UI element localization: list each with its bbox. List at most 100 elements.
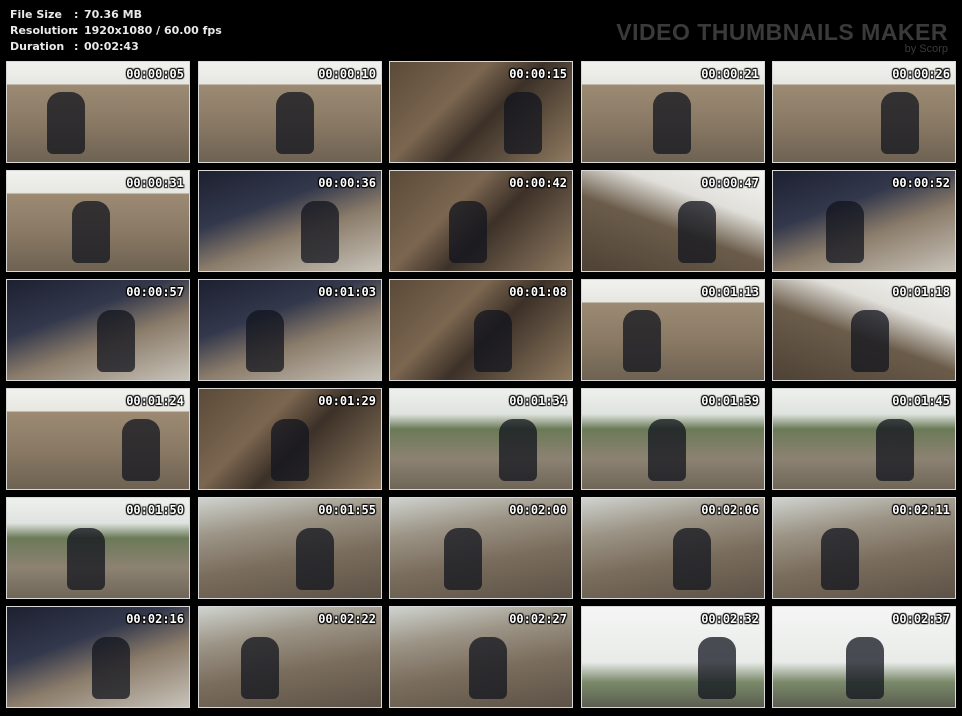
thumbnail-timestamp: 00:01:03 (318, 285, 376, 299)
figure-silhouette (444, 528, 482, 590)
video-thumbnail[interactable]: 00:01:24 (6, 388, 190, 490)
figure-silhouette (122, 419, 160, 481)
figure-silhouette (673, 528, 711, 590)
thumbnail-timestamp: 00:01:50 (126, 503, 184, 517)
file-size-value: 70.36 MB (84, 8, 142, 21)
thumbnail-timestamp: 00:02:11 (892, 503, 950, 517)
figure-silhouette (474, 310, 512, 372)
thumbnail-timestamp: 00:02:27 (509, 612, 567, 626)
thumbnail-timestamp: 00:02:32 (701, 612, 759, 626)
thumbnail-timestamp: 00:00:21 (701, 67, 759, 81)
figure-silhouette (276, 92, 314, 154)
video-thumbnail[interactable]: 00:00:36 (198, 170, 382, 272)
thumbnail-timestamp: 00:01:55 (318, 503, 376, 517)
figure-silhouette (246, 310, 284, 372)
video-thumbnail[interactable]: 00:01:55 (198, 497, 382, 599)
figure-silhouette (92, 637, 130, 699)
figure-silhouette (846, 637, 884, 699)
video-thumbnail[interactable]: 00:00:15 (389, 61, 573, 163)
video-thumbnail[interactable]: 00:02:32 (581, 606, 765, 708)
thumbnail-timestamp: 00:02:22 (318, 612, 376, 626)
thumbnail-timestamp: 00:01:45 (892, 394, 950, 408)
video-thumbnail[interactable]: 00:02:06 (581, 497, 765, 599)
thumbnail-grid: 00:00:05 00:00:10 00:00:15 00:00:21 00:00:26… (6, 61, 957, 712)
thumbnail-timestamp: 00:01:13 (701, 285, 759, 299)
video-thumbnail[interactable]: 00:01:03 (198, 279, 382, 381)
thumbnail-timestamp: 00:00:57 (126, 285, 184, 299)
video-thumbnail[interactable]: 00:02:11 (772, 497, 956, 599)
brand-watermark: VIDEO THUMBNAILS MAKER by Scorp (616, 20, 948, 55)
duration-row: Duration : 00:02:43 (10, 40, 139, 53)
brand-title: VIDEO THUMBNAILS MAKER (616, 19, 948, 45)
thumbnail-timestamp: 00:00:15 (509, 67, 567, 81)
thumbnail-timestamp: 00:00:47 (701, 176, 759, 190)
video-thumbnail[interactable]: 00:02:16 (6, 606, 190, 708)
duration-label: Duration (10, 40, 65, 53)
video-thumbnail[interactable]: 00:00:26 (772, 61, 956, 163)
file-info: File Size : 70.36 MB Resolution : 1920x1… (10, 7, 222, 55)
thumbnail-timestamp: 00:00:42 (509, 176, 567, 190)
figure-silhouette (449, 201, 487, 263)
thumbnail-timestamp: 00:00:36 (318, 176, 376, 190)
video-thumbnail[interactable]: 00:00:57 (6, 279, 190, 381)
header: File Size : 70.36 MB Resolution : 1920x1… (0, 0, 962, 60)
thumbnail-timestamp: 00:01:29 (318, 394, 376, 408)
figure-silhouette (499, 419, 537, 481)
thumbnail-timestamp: 00:01:24 (126, 394, 184, 408)
video-thumbnail[interactable]: 00:00:42 (389, 170, 573, 272)
figure-silhouette (504, 92, 542, 154)
resolution-value: 1920x1080 / 60.00 fps (84, 24, 222, 37)
figure-silhouette (296, 528, 334, 590)
figure-silhouette (271, 419, 309, 481)
figure-silhouette (876, 419, 914, 481)
video-thumbnail[interactable]: 00:01:50 (6, 497, 190, 599)
file-size-row: File Size : 70.36 MB (10, 8, 142, 21)
figure-silhouette (67, 528, 105, 590)
video-thumbnail[interactable]: 00:00:21 (581, 61, 765, 163)
figure-silhouette (698, 637, 736, 699)
video-thumbnail[interactable]: 00:01:13 (581, 279, 765, 381)
figure-silhouette (821, 528, 859, 590)
figure-silhouette (623, 310, 661, 372)
video-thumbnail[interactable]: 00:00:31 (6, 170, 190, 272)
thumbnail-timestamp: 00:00:31 (126, 176, 184, 190)
figure-silhouette (301, 201, 339, 263)
thumbnail-timestamp: 00:00:05 (126, 67, 184, 81)
resolution-label: Resolution (10, 24, 77, 37)
video-thumbnail[interactable]: 00:01:18 (772, 279, 956, 381)
video-thumbnail[interactable]: 00:01:29 (198, 388, 382, 490)
figure-silhouette (826, 201, 864, 263)
thumbnail-timestamp: 00:02:06 (701, 503, 759, 517)
video-thumbnail[interactable]: 00:01:39 (581, 388, 765, 490)
thumbnail-timestamp: 00:00:26 (892, 67, 950, 81)
figure-silhouette (241, 637, 279, 699)
figure-silhouette (97, 310, 135, 372)
video-thumbnail[interactable]: 00:00:05 (6, 61, 190, 163)
figure-silhouette (469, 637, 507, 699)
thumbnail-timestamp: 00:01:34 (509, 394, 567, 408)
duration-value: 00:02:43 (84, 40, 139, 53)
thumbnail-timestamp: 00:01:39 (701, 394, 759, 408)
video-thumbnail[interactable]: 00:01:34 (389, 388, 573, 490)
figure-silhouette (72, 201, 110, 263)
video-thumbnail[interactable]: 00:01:08 (389, 279, 573, 381)
figure-silhouette (881, 92, 919, 154)
thumbnail-timestamp: 00:01:18 (892, 285, 950, 299)
figure-silhouette (47, 92, 85, 154)
thumbnail-timestamp: 00:01:08 (509, 285, 567, 299)
video-thumbnail[interactable]: 00:00:47 (581, 170, 765, 272)
video-thumbnail[interactable]: 00:02:37 (772, 606, 956, 708)
figure-silhouette (648, 419, 686, 481)
figure-silhouette (653, 92, 691, 154)
thumbnail-timestamp: 00:02:16 (126, 612, 184, 626)
video-thumbnail[interactable]: 00:00:10 (198, 61, 382, 163)
video-thumbnail[interactable]: 00:02:22 (198, 606, 382, 708)
video-thumbnail[interactable]: 00:02:00 (389, 497, 573, 599)
figure-silhouette (678, 201, 716, 263)
file-size-label: File Size (10, 8, 62, 21)
video-thumbnail[interactable]: 00:00:52 (772, 170, 956, 272)
video-thumbnail[interactable]: 00:01:45 (772, 388, 956, 490)
video-thumbnail[interactable]: 00:02:27 (389, 606, 573, 708)
thumbnail-timestamp: 00:02:00 (509, 503, 567, 517)
figure-silhouette (851, 310, 889, 372)
